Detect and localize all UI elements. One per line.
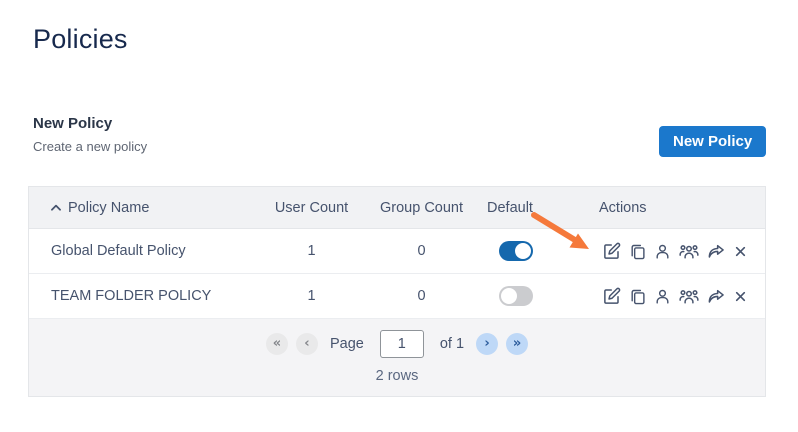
close-icon[interactable]	[734, 245, 747, 258]
default-toggle[interactable]	[499, 286, 533, 306]
pagination: « ‹ Page of 1 › »	[29, 330, 765, 358]
chevron-up-icon	[49, 201, 63, 215]
table-row: TEAM FOLDER POLICY 1 0	[29, 274, 765, 319]
share-icon[interactable]	[707, 288, 726, 305]
policies-page: Policies New Policy Create a new policy …	[0, 0, 798, 432]
of-total-label: of 1	[439, 336, 465, 352]
column-header-label: Policy Name	[68, 199, 150, 216]
edit-icon[interactable]	[603, 242, 621, 260]
policies-table: Policy Name User Count Group Count Defau…	[28, 186, 766, 397]
policy-name-cell: Global Default Policy	[51, 243, 186, 259]
last-page-button[interactable]: »	[506, 333, 529, 355]
prev-page-button[interactable]: ‹	[295, 333, 318, 355]
copy-icon[interactable]	[629, 243, 646, 260]
edit-icon[interactable]	[603, 287, 621, 305]
user-icon[interactable]	[654, 243, 671, 260]
table-footer: « ‹ Page of 1 › » 2 rows	[29, 319, 765, 396]
share-icon[interactable]	[707, 243, 726, 260]
default-cell	[479, 241, 589, 261]
user-count-cell: 1	[307, 243, 316, 259]
table-header-row: Policy Name User Count Group Count Defau…	[29, 187, 765, 229]
column-header-actions: Actions	[599, 199, 647, 216]
group-count-cell: 0	[417, 288, 426, 304]
user-count-cell: 1	[307, 288, 316, 304]
group-count-cell: 0	[417, 243, 426, 259]
policy-name-cell: TEAM FOLDER POLICY	[51, 288, 212, 304]
actions-cell	[589, 242, 765, 260]
copy-icon[interactable]	[629, 288, 646, 305]
table-row: Global Default Policy 1 0	[29, 229, 765, 274]
new-policy-subheading: Create a new policy	[33, 139, 148, 154]
new-policy-heading: New Policy	[33, 115, 113, 132]
default-cell	[479, 286, 589, 306]
rows-summary: 2 rows	[375, 368, 419, 384]
column-header-group-count: Group Count	[379, 199, 464, 216]
users-icon[interactable]	[679, 242, 699, 260]
column-header-default: Default	[487, 199, 533, 216]
page-title: Policies	[33, 24, 128, 54]
first-page-button[interactable]: «	[265, 333, 288, 355]
users-icon[interactable]	[679, 287, 699, 305]
new-policy-button[interactable]: New Policy	[659, 126, 767, 157]
page-label: Page	[329, 336, 364, 352]
next-page-button[interactable]: ›	[476, 333, 499, 355]
column-header-user-count: User Count	[274, 199, 349, 216]
actions-cell	[589, 287, 765, 305]
page-number-input[interactable]	[379, 330, 424, 358]
close-icon[interactable]	[734, 290, 747, 303]
user-icon[interactable]	[654, 288, 671, 305]
default-toggle[interactable]	[499, 241, 533, 261]
toggle-knob	[501, 288, 517, 304]
toggle-knob	[515, 243, 531, 259]
column-header-policy-name[interactable]: Policy Name	[29, 200, 259, 216]
